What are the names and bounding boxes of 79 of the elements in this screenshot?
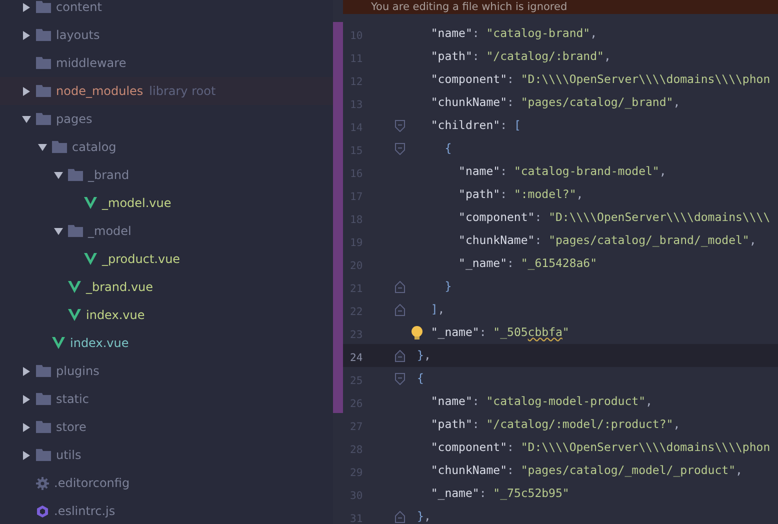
- tree-item[interactable]: _model: [88, 222, 132, 240]
- tree-item[interactable]: index.vue: [86, 306, 145, 324]
- code-line: "_name": "_75c52b95": [430, 484, 570, 502]
- caret-down-icon[interactable]: [22, 114, 31, 124]
- code-line: "_name": "_505cbbfa": [430, 324, 570, 341]
- line-number: 24: [350, 352, 363, 364]
- vue-logo-icon: [68, 281, 81, 293]
- hexagon-ring-icon: [36, 504, 49, 518]
- code-line: "_name": "_615428a6": [458, 254, 598, 272]
- folder-icon: [36, 449, 51, 461]
- folder-icon: [36, 113, 51, 125]
- code-line: "path": "/catalog/:brand",: [430, 48, 611, 65]
- caret-right-icon[interactable]: [22, 394, 31, 404]
- tree-item[interactable]: catalog: [72, 138, 116, 156]
- folder-icon: [36, 1, 51, 13]
- tree-item[interactable]: layouts: [56, 26, 100, 44]
- tree-item[interactable]: content: [56, 0, 102, 16]
- vue-logo-icon: [68, 309, 81, 321]
- code-line: ],: [430, 300, 445, 318]
- fold-marker-icon[interactable]: [395, 142, 405, 154]
- tree-item-hint: library root: [149, 83, 216, 100]
- fold-end-icon[interactable]: [395, 350, 405, 362]
- code-line: "name": "catalog-brand",: [430, 24, 598, 42]
- tree-item[interactable]: plugins: [56, 362, 100, 380]
- tree-item[interactable]: middleware: [56, 54, 126, 72]
- code-line: {: [417, 370, 424, 387]
- caret-right-icon[interactable]: [22, 2, 31, 12]
- folder-icon: [36, 57, 51, 69]
- folder-icon: [36, 421, 51, 433]
- code-line: "component": "D:\\\\OpenServer\\\\domains\\\\: [458, 208, 770, 226]
- folder-icon: [36, 85, 51, 97]
- folder-icon: [36, 393, 51, 405]
- code-line: },: [417, 346, 431, 364]
- tree-item[interactable]: _product.vue: [102, 250, 180, 268]
- code-line: "chunkName": "pages/catalog/_brand",: [430, 94, 680, 111]
- tree-item[interactable]: _brand: [88, 166, 130, 184]
- code-line: "chunkName": "pages/catalog/_model/_product",: [430, 462, 742, 479]
- tree-item[interactable]: node_modules: [56, 82, 144, 100]
- code-line: "path": ":model?",: [458, 186, 584, 203]
- caret-down-icon[interactable]: [54, 170, 63, 180]
- caret-down-icon[interactable]: [54, 226, 63, 236]
- banner-text: You are editing a file which is ignored: [371, 0, 568, 14]
- vue-logo-icon: [84, 197, 97, 209]
- fold-marker-icon[interactable]: [395, 372, 405, 384]
- tree-item[interactable]: store: [56, 418, 86, 436]
- caret-right-icon[interactable]: [22, 366, 31, 376]
- tree-item[interactable]: index.vue: [70, 334, 129, 352]
- code-line: "component": "D:\\\\OpenServer\\\\domains\\\\phon: [430, 70, 770, 88]
- code-line: "name": "catalog-model-product",: [430, 392, 652, 410]
- fold-marker-icon[interactable]: [395, 120, 405, 132]
- lightbulb-icon[interactable]: [411, 326, 423, 340]
- caret-right-icon[interactable]: [22, 86, 31, 96]
- code-line: },: [417, 508, 431, 524]
- code-line: "path": "/catalog/:model/:product?",: [430, 416, 680, 433]
- caret-right-icon[interactable]: [22, 450, 31, 460]
- folder-icon: [36, 29, 51, 41]
- folder-icon: [68, 225, 83, 237]
- code-line: }: [444, 278, 452, 295]
- code-line: "component": "D:\\\\OpenServer\\\\domains\\\\phon: [430, 438, 770, 456]
- code-line: "name": "catalog-brand-model",: [458, 162, 666, 180]
- tree-item[interactable]: utils: [56, 446, 82, 464]
- gear-icon: [36, 476, 49, 490]
- caret-right-icon[interactable]: [22, 422, 31, 432]
- folder-icon: [52, 141, 67, 153]
- tree-item[interactable]: static: [56, 390, 89, 408]
- tree-item[interactable]: .editorconfig: [54, 474, 130, 492]
- code-line: {: [444, 140, 452, 157]
- tree-item[interactable]: .eslintrc.js: [54, 502, 116, 520]
- folder-icon: [36, 365, 51, 377]
- folder-icon: [68, 169, 83, 181]
- code-line: "chunkName": "pages/catalog/_brand/_model",: [458, 232, 756, 249]
- vue-logo-icon: [52, 337, 65, 349]
- caret-down-icon[interactable]: [38, 142, 47, 152]
- tree-item[interactable]: _model.vue: [102, 194, 172, 212]
- tree-item[interactable]: _brand.vue: [86, 278, 154, 296]
- caret-right-icon[interactable]: [22, 30, 31, 40]
- code-line: "children": [: [430, 116, 521, 134]
- tree-item[interactable]: pages: [56, 110, 92, 128]
- vue-logo-icon: [84, 253, 97, 265]
